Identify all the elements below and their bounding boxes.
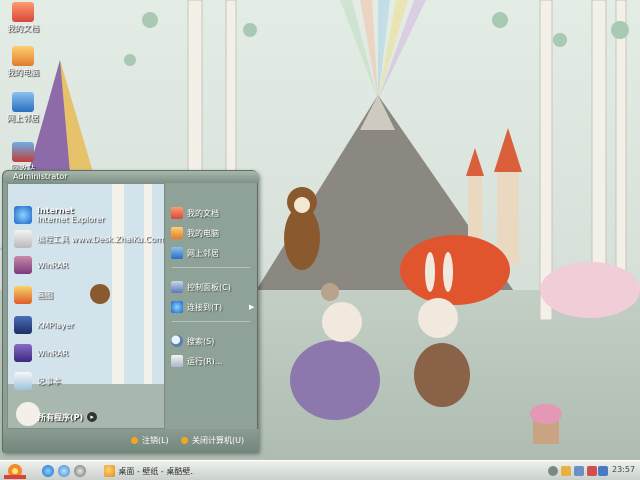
start-menu-left-pane: Internet Internet Explorer 编程工具 www.Desk…: [7, 183, 165, 429]
menu-separator: [172, 321, 250, 322]
pinned-title: 编程工具: [37, 234, 69, 244]
right-item-my-documents[interactable]: 我的文档: [171, 205, 219, 221]
right-item-search[interactable]: 搜索(S): [171, 333, 214, 349]
winrar-icon: [14, 256, 32, 274]
desktop-icon-label: 我的电脑: [7, 68, 39, 77]
desktop-icon-label: 网上邻居: [7, 114, 39, 123]
right-item-my-computer[interactable]: 我的电脑: [171, 225, 219, 241]
desktop-icon-my-computer[interactable]: 我的电脑: [2, 46, 44, 78]
recent-program-1[interactable]: WinRAR: [14, 254, 68, 276]
recent-program-kmplayer[interactable]: KMPlayer: [14, 314, 74, 336]
taskbar-window-button[interactable]: 桌面 - 壁纸 - 桌酷壁...: [104, 463, 194, 479]
connect-icon: [171, 301, 183, 313]
recent-program-label: KMPlayer: [37, 320, 75, 330]
right-item-label: 运行(R)...: [187, 356, 223, 366]
start-flower-icon: [4, 464, 26, 479]
recycle-bin-icon: [12, 142, 34, 162]
right-item-label: 我的文档: [187, 208, 219, 218]
pinned-program-2-label: 编程工具 www.Desk.ZhaiKu.Com: [37, 235, 164, 244]
all-programs-button[interactable]: 所有程序(P) ▸: [38, 406, 98, 428]
right-item-connect-to[interactable]: 连接到(T) ▶: [171, 299, 256, 315]
recent-program-paint[interactable]: 画图: [14, 284, 53, 306]
recent-program-winrar[interactable]: WinRAR: [14, 342, 68, 364]
tool-icon: [14, 230, 32, 248]
tray-shield-icon[interactable]: [598, 466, 608, 476]
search-icon: [171, 335, 183, 347]
right-item-label: 连接到(T): [187, 302, 223, 312]
pinned-internet-explorer[interactable]: Internet Internet Explorer: [14, 204, 105, 226]
pinned-subtitle: Internet Explorer: [37, 215, 105, 224]
user-name: Administrator: [13, 172, 68, 181]
right-item-run[interactable]: 运行(R)...: [171, 353, 222, 369]
folder-icon: [12, 2, 34, 22]
right-item-network[interactable]: 网上邻居: [171, 245, 219, 261]
paint-icon: [14, 286, 32, 304]
start-button[interactable]: [4, 463, 26, 479]
documents-icon: [171, 207, 183, 219]
tray-network-icon[interactable]: [561, 466, 571, 476]
pinned-subtitle: www.Desk.ZhaiKu.Com: [71, 234, 164, 244]
network-icon: [12, 92, 34, 112]
logoff-label: 注销(L): [142, 436, 169, 445]
right-item-label: 控制面板(C): [187, 282, 231, 292]
start-menu-header: Administrator: [3, 171, 259, 183]
tray-expand-icon[interactable]: [548, 466, 558, 476]
all-programs-label: 所有程序(P): [38, 412, 84, 422]
notepad-icon: [14, 372, 32, 390]
archive-icon: [14, 344, 32, 362]
desktop-icon-label: 我的文档: [7, 24, 39, 33]
computer-icon: [171, 227, 183, 239]
quick-launch-browser-icon[interactable]: [58, 465, 70, 477]
recent-program-label: WinRAR: [37, 348, 69, 358]
right-item-label: 网上邻居: [187, 248, 219, 258]
start-menu-right-pane: 我的文档 我的电脑 网上邻居 控制面板(C) 连接到(T) ▶ 搜索(S) 运行…: [166, 183, 256, 429]
recent-program-notepad[interactable]: 记事本: [14, 370, 61, 392]
right-item-label: 搜索(S): [187, 336, 215, 346]
menu-separator: [172, 267, 250, 268]
control-panel-icon: [171, 281, 183, 293]
quick-launch-ie-icon[interactable]: [42, 465, 54, 477]
clock[interactable]: 23:57: [612, 465, 635, 474]
recent-program-label: 画图: [37, 290, 53, 300]
shutdown-button[interactable]: 关闭计算机(U): [181, 435, 244, 446]
taskbar: 桌面 - 壁纸 - 桌酷壁... 23:57: [0, 460, 640, 480]
taskbar-window-label: 桌面 - 壁纸 - 桌酷壁...: [118, 466, 194, 476]
tray-volume-icon[interactable]: [574, 466, 584, 476]
internet-explorer-icon: [14, 206, 32, 224]
logoff-icon: [131, 437, 138, 444]
right-item-label: 我的电脑: [187, 228, 219, 238]
run-icon: [171, 355, 183, 367]
logoff-button[interactable]: 注销(L): [131, 435, 169, 446]
desktop-icon-network[interactable]: 网上邻居: [2, 92, 44, 124]
network-icon: [171, 247, 183, 259]
start-menu: Administrator Internet Internet Explorer…: [2, 170, 259, 453]
shutdown-label: 关闭计算机(U): [192, 436, 245, 445]
start-menu-footer: 注销(L) 关闭计算机(U): [3, 429, 259, 453]
pinned-title: Internet: [37, 206, 74, 215]
right-item-control-panel[interactable]: 控制面板(C): [171, 279, 231, 295]
submenu-arrow-icon: ▶: [249, 303, 255, 311]
media-player-icon: [14, 316, 32, 334]
recent-program-label: WinRAR: [37, 260, 69, 270]
recent-program-label: 记事本: [37, 376, 61, 386]
quick-launch-media-icon[interactable]: [74, 465, 86, 477]
computer-icon: [12, 46, 34, 66]
system-tray: 23:57: [548, 463, 638, 479]
arrow-right-icon: ▸: [87, 412, 98, 422]
desktop-icon-my-documents[interactable]: 我的文档: [2, 2, 44, 34]
browser-icon: [104, 465, 116, 477]
tray-app-icon[interactable]: [587, 466, 597, 476]
pinned-program-2[interactable]: 编程工具 www.Desk.ZhaiKu.Com: [14, 228, 164, 250]
shutdown-icon: [181, 437, 188, 444]
